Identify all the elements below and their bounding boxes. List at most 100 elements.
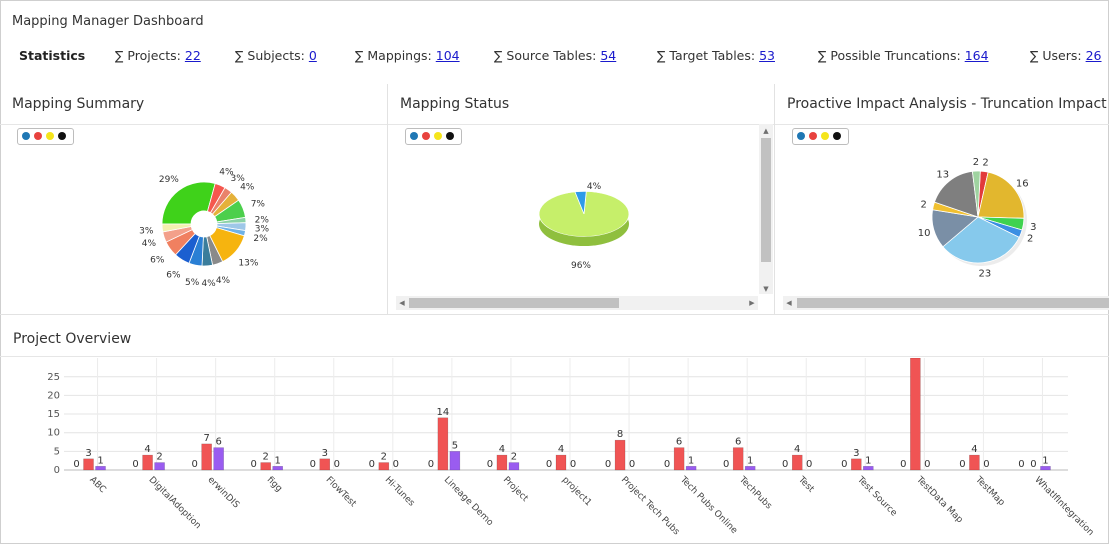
mapping-status-chart[interactable]: 96% 4% xyxy=(388,84,774,314)
bar[interactable] xyxy=(863,466,874,471)
impact-analysis-chart[interactable]: 2163223102132 xyxy=(775,84,1109,314)
mapping-summary-slice-label: 4% xyxy=(142,239,157,249)
mapping-summary-slice-label: 13% xyxy=(238,258,258,268)
mapping-summary-slice-label: 6% xyxy=(150,255,165,265)
bar[interactable] xyxy=(673,447,685,471)
data-label: 0 xyxy=(393,459,399,470)
project-overview-chart[interactable]: 0510152025031ABC042DigitalAdoption07 6erw… xyxy=(0,358,1109,544)
statistics-bar: Statistics ∑ Projects: 22 ∑ Subjects: 0 … xyxy=(0,40,1109,70)
x-tick-label: FlowTest xyxy=(324,475,358,509)
data-label: 0 xyxy=(841,459,847,470)
statistics-label: Statistics xyxy=(19,48,86,63)
data-label: 0 xyxy=(1030,459,1036,470)
bar[interactable] xyxy=(142,454,153,471)
bar[interactable] xyxy=(201,443,212,471)
data-label: 0 xyxy=(251,459,257,470)
impact-slice-label: 13 xyxy=(936,170,949,181)
data-label: 0 xyxy=(900,459,906,470)
data-label: 0 xyxy=(132,459,138,470)
stat-users: ∑ Users: 26 xyxy=(1030,48,1102,63)
x-tick-label: Test xyxy=(795,474,816,495)
bar[interactable] xyxy=(449,451,461,471)
x-tick-label: Project xyxy=(501,475,530,504)
data-label: 6 xyxy=(676,437,682,448)
x-tick-label: Test Source xyxy=(854,474,899,519)
impact-slice-label: 3 xyxy=(1030,222,1036,233)
scrollbar-thumb[interactable] xyxy=(761,138,771,262)
stat-mappings-link[interactable]: 104 xyxy=(436,48,460,63)
data-label: 0 xyxy=(191,459,197,470)
bar[interactable] xyxy=(83,458,94,471)
data-label: 3 xyxy=(322,448,328,459)
data-label: 2 xyxy=(381,452,387,463)
impact-slice-label: 23 xyxy=(978,269,991,280)
project-overview-title: Project Overview xyxy=(13,331,132,347)
bar[interactable] xyxy=(496,454,508,471)
bar[interactable] xyxy=(614,439,626,471)
stat-users-link[interactable]: 26 xyxy=(1086,48,1102,63)
stat-target-tables: ∑ Target Tables: 53 xyxy=(657,48,775,63)
x-tick-label: TechPubs xyxy=(736,474,773,511)
x-tick-label: TestMap xyxy=(973,474,1007,508)
horizontal-scrollbar[interactable]: ◀ ▶ xyxy=(396,296,758,310)
bar[interactable] xyxy=(1040,466,1051,471)
data-label: 0 xyxy=(369,459,375,470)
data-label: 0 xyxy=(570,459,576,470)
mapping-summary-slice-label: 6% xyxy=(166,270,181,280)
bar[interactable] xyxy=(213,447,224,471)
scroll-left-arrow[interactable]: ◀ xyxy=(396,298,408,308)
data-label: 2 xyxy=(156,452,162,463)
bar[interactable] xyxy=(744,466,756,471)
bar[interactable] xyxy=(851,458,862,471)
bar[interactable] xyxy=(272,466,283,471)
bar[interactable] xyxy=(732,447,744,471)
bar[interactable] xyxy=(910,358,921,471)
horizontal-scrollbar[interactable]: ◀ xyxy=(783,296,1109,310)
stat-mappings: ∑ Mappings: 104 xyxy=(355,48,460,63)
data-label: 0 xyxy=(983,459,989,470)
bar[interactable] xyxy=(555,454,567,471)
y-tick-label: 25 xyxy=(47,372,60,383)
stat-target-tables-link[interactable]: 53 xyxy=(759,48,775,63)
mapping-status-panel: Mapping Status 96% 4% ▲ ▼ ◀ ▶ xyxy=(388,84,775,314)
bar[interactable] xyxy=(95,466,106,471)
stat-subjects-link[interactable]: 0 xyxy=(309,48,317,63)
mapping-summary-panel: Mapping Summary 29% 4% 3% 4% 7% 2% 3% 2% 13% 4% 4%… xyxy=(0,84,388,314)
stat-possible-truncations-link[interactable]: 164 xyxy=(965,48,989,63)
dashboard-title: Mapping Manager Dashboard xyxy=(12,14,204,29)
bar[interactable] xyxy=(791,454,803,471)
scrollbar-thumb[interactable] xyxy=(797,298,1109,308)
bar[interactable] xyxy=(154,462,165,471)
data-label: 6 xyxy=(735,437,741,448)
data-label: 14 xyxy=(437,407,450,418)
data-label: 3 xyxy=(853,448,859,459)
scroll-down-arrow[interactable]: ▼ xyxy=(760,284,772,294)
bar[interactable] xyxy=(969,454,980,471)
vertical-scrollbar[interactable]: ▲ ▼ xyxy=(759,124,773,294)
mapping-summary-chart[interactable]: 29%4%3%4%7%2%3%2%13%4%4%5%6%6%4%3% xyxy=(0,84,387,314)
bar[interactable] xyxy=(685,466,697,471)
scroll-left-arrow[interactable]: ◀ xyxy=(783,298,795,308)
mapping-summary-slice[interactable] xyxy=(161,181,216,225)
data-label: 0 xyxy=(546,459,552,470)
bar[interactable] xyxy=(378,462,390,471)
data-label: 0 xyxy=(806,459,812,470)
bar[interactable] xyxy=(319,458,331,471)
scroll-right-arrow[interactable]: ▶ xyxy=(746,298,758,308)
impact-analysis-panel: Proactive Impact Analysis - Truncation I… xyxy=(775,84,1109,314)
data-label: 0 xyxy=(73,459,79,470)
bar[interactable] xyxy=(508,462,520,471)
data-label: 0 xyxy=(782,459,788,470)
stat-projects-link[interactable]: 22 xyxy=(185,48,201,63)
scroll-up-arrow[interactable]: ▲ xyxy=(760,126,772,136)
data-label: 4 xyxy=(794,444,800,455)
data-label: 0 xyxy=(605,459,611,470)
bar[interactable] xyxy=(260,462,271,471)
data-label: 1 xyxy=(97,455,103,466)
impact-slice-label: 2 xyxy=(982,158,988,169)
scrollbar-thumb[interactable] xyxy=(409,298,619,308)
data-label: 1 xyxy=(275,455,281,466)
stat-source-tables-link[interactable]: 54 xyxy=(600,48,616,63)
y-tick-label: 15 xyxy=(47,409,60,420)
bar[interactable] xyxy=(437,417,449,471)
